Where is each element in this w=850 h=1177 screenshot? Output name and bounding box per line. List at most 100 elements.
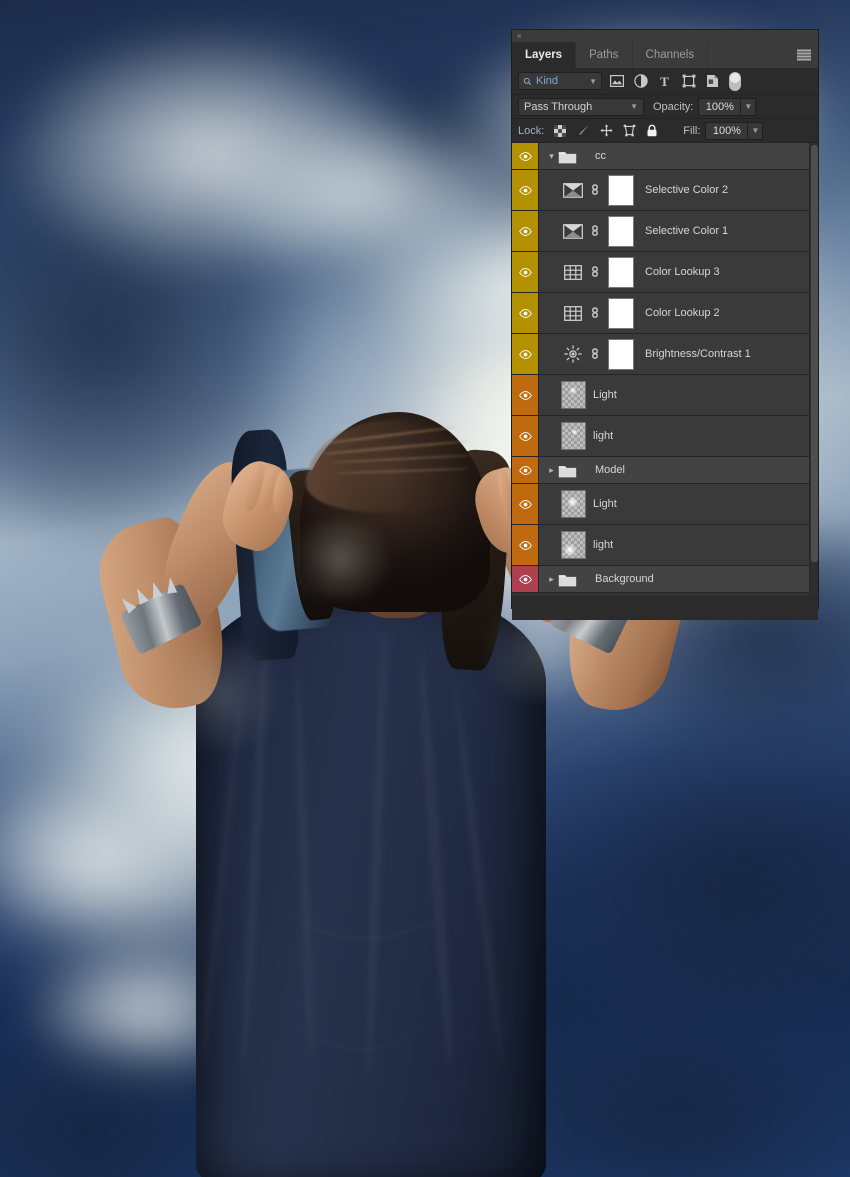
tab-layers[interactable]: Layers — [512, 42, 577, 68]
panel-menu-icon[interactable] — [797, 49, 811, 61]
lock-position-icon[interactable] — [599, 124, 613, 138]
tab-paths-label: Paths — [589, 49, 619, 61]
layer-row-body[interactable]: Color Lookup 3 — [539, 252, 818, 292]
table-row[interactable]: light — [512, 525, 818, 566]
layer-row-body[interactable]: Color Lookup 2 — [539, 293, 818, 333]
layer-thumbnail[interactable] — [561, 490, 586, 518]
fill-label: Fill: — [683, 124, 701, 137]
chevron-down-icon: ▼ — [744, 102, 753, 111]
panel-collapse-strip[interactable]: « — [512, 30, 818, 42]
chevron-right-icon[interactable]: ▸ — [545, 574, 558, 585]
layer-visibility-toggle[interactable] — [512, 375, 539, 415]
selective-color-icon[interactable] — [561, 219, 585, 243]
layer-thumbnail[interactable] — [561, 381, 586, 409]
scrollbar-thumb[interactable] — [811, 145, 818, 562]
layer-visibility-toggle[interactable] — [512, 457, 539, 483]
layer-list[interactable]: ▾ cc Selective Color 2 Selective Color 1… — [512, 143, 818, 596]
layer-visibility-toggle[interactable] — [512, 416, 539, 456]
chevron-down-icon: ▼ — [589, 76, 597, 86]
layer-visibility-toggle[interactable] — [512, 211, 539, 251]
opacity-value: 100% — [705, 100, 734, 113]
layers-panel[interactable]: « Layers Paths Channels Kind ▼ T Pass Th… — [512, 30, 818, 620]
layer-row-body[interactable]: Brightness/Contrast 1 — [539, 334, 818, 374]
table-row[interactable]: ▾ cc — [512, 143, 818, 170]
layer-row-body[interactable]: light — [539, 416, 818, 456]
table-row[interactable]: Color Lookup 2 — [512, 293, 818, 334]
fill-stepper[interactable]: ▼ — [747, 121, 764, 140]
table-row[interactable]: Selective Color 2 — [512, 170, 818, 211]
table-row[interactable]: light — [512, 416, 818, 457]
tab-layers-label: Layers — [525, 49, 563, 61]
fill-value: 100% — [712, 124, 741, 137]
shape-layer-filter-icon[interactable] — [679, 72, 698, 91]
lock-transparent-pixels-icon[interactable] — [553, 124, 567, 138]
table-row[interactable]: Light — [512, 484, 818, 525]
tab-channels[interactable]: Channels — [633, 42, 709, 68]
layer-visibility-toggle[interactable] — [512, 252, 539, 292]
table-row[interactable]: Color Lookup 3 — [512, 252, 818, 293]
collapse-panel-icon[interactable]: « — [517, 32, 522, 40]
chevron-down-icon[interactable]: ▾ — [545, 151, 558, 162]
layer-mask-thumbnail[interactable] — [608, 297, 634, 329]
tab-paths[interactable]: Paths — [576, 42, 633, 68]
color-lookup-icon[interactable] — [561, 260, 585, 284]
layer-visibility-toggle[interactable] — [512, 143, 539, 169]
chevron-right-icon[interactable]: ▸ — [545, 465, 558, 476]
layer-visibility-toggle[interactable] — [512, 334, 539, 374]
table-row[interactable]: Light — [512, 375, 818, 416]
layer-visibility-toggle[interactable] — [512, 525, 539, 565]
layer-list-scrollbar[interactable] — [809, 143, 818, 596]
type-layer-filter-icon[interactable]: T — [655, 72, 674, 91]
blend-mode-dropdown[interactable]: Pass Through ▼ — [518, 97, 644, 116]
layer-visibility-toggle[interactable] — [512, 170, 539, 210]
smart-object-filter-icon[interactable] — [703, 72, 722, 91]
layer-row-body[interactable]: Light — [539, 375, 818, 415]
lock-all-icon[interactable] — [645, 124, 659, 138]
link-mask-icon[interactable] — [589, 221, 601, 240]
filter-toggle-switch[interactable] — [729, 71, 741, 91]
lock-artboard-nesting-icon[interactable] — [622, 124, 636, 138]
filter-kind-dropdown[interactable]: Kind ▼ — [518, 72, 602, 90]
layer-visibility-toggle[interactable] — [512, 293, 539, 333]
fill-input[interactable]: 100% — [705, 121, 748, 140]
link-mask-icon[interactable] — [589, 262, 601, 281]
adjustment-layer-filter-icon[interactable] — [631, 72, 650, 91]
layer-mask-thumbnail[interactable] — [608, 174, 634, 206]
layer-row-body[interactable]: Light — [539, 484, 818, 524]
table-row[interactable]: ▸ Model — [512, 457, 818, 484]
layer-thumbnail[interactable] — [561, 531, 586, 559]
color-lookup-icon[interactable] — [561, 301, 585, 325]
table-row[interactable]: Selective Color 1 — [512, 211, 818, 252]
link-mask-icon[interactable] — [589, 180, 601, 199]
layer-row-body[interactable]: ▸ Model — [539, 457, 818, 483]
brightness-contrast-icon[interactable] — [561, 342, 585, 366]
layer-name: Light — [593, 498, 617, 510]
layer-row-body[interactable]: ▾ cc — [539, 143, 818, 169]
link-mask-icon[interactable] — [589, 303, 601, 322]
selective-color-icon[interactable] — [561, 178, 585, 202]
layer-row-body[interactable]: Selective Color 2 — [539, 170, 818, 210]
eye-icon — [518, 499, 532, 509]
layer-mask-thumbnail[interactable] — [608, 256, 634, 288]
opacity-input[interactable]: 100% — [698, 97, 741, 116]
layer-mask-thumbnail[interactable] — [608, 338, 634, 370]
layer-row-body[interactable]: light — [539, 525, 818, 565]
eye-icon — [518, 151, 532, 161]
link-mask-icon[interactable] — [589, 344, 601, 363]
layer-thumbnail[interactable] — [561, 422, 586, 450]
table-row[interactable]: ▸ Background — [512, 566, 818, 593]
layer-row-body[interactable]: ▸ Background — [539, 566, 818, 592]
opacity-stepper[interactable]: ▼ — [740, 97, 757, 116]
table-row[interactable]: Brightness/Contrast 1 — [512, 334, 818, 375]
layer-visibility-toggle[interactable] — [512, 566, 539, 592]
layer-name: Color Lookup 3 — [645, 266, 720, 278]
layer-row-body[interactable]: Selective Color 1 — [539, 211, 818, 251]
pixel-layer-filter-icon[interactable] — [607, 72, 626, 91]
lock-icon-group — [553, 124, 659, 138]
light-glow — [150, 640, 290, 750]
layer-visibility-toggle[interactable] — [512, 484, 539, 524]
layer-name: Model — [595, 464, 625, 476]
lock-image-pixels-icon[interactable] — [576, 124, 590, 138]
eye-icon — [518, 574, 532, 584]
layer-mask-thumbnail[interactable] — [608, 215, 634, 247]
